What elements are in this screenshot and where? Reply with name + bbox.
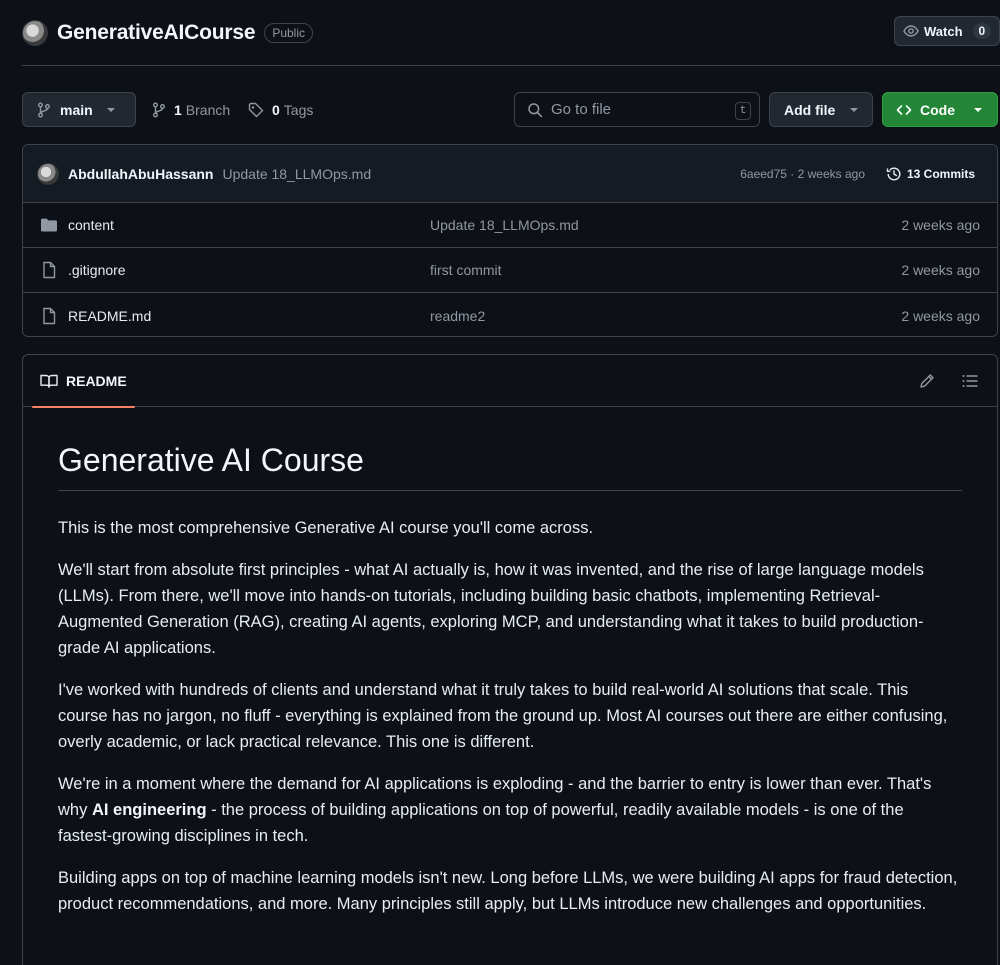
repo-name[interactable]: GenerativeAICourse xyxy=(57,21,256,45)
repo-toolbar: main 1 Branch 0 Tags t Add file xyxy=(22,92,998,127)
branches-link[interactable]: 1 Branch xyxy=(152,92,230,127)
search-icon xyxy=(527,102,543,118)
latest-commit-bar: AbdullahAbuHassann Update 18_LLMOps.md 6… xyxy=(23,145,997,203)
history-icon xyxy=(886,166,902,182)
readme-bold-text: AI engineering xyxy=(91,801,207,820)
readme-content: Generative AI Course This is the most co… xyxy=(23,407,997,917)
file-age: 2 weeks ago xyxy=(901,307,980,324)
file-age: 2 weeks ago xyxy=(901,262,980,278)
pencil-icon[interactable] xyxy=(918,372,936,390)
code-icon xyxy=(896,102,912,118)
folder-icon xyxy=(40,217,58,233)
tab-readme[interactable]: README xyxy=(32,355,135,408)
commit-message[interactable]: Update 18_LLMOps.md xyxy=(222,166,371,182)
file-name[interactable]: .gitignore xyxy=(68,262,126,278)
branch-count-label: Branch xyxy=(185,101,231,118)
file-commit-message[interactable]: readme2 xyxy=(430,308,485,324)
owner-avatar[interactable] xyxy=(22,20,48,46)
readme-paragraph: This is the most comprehensive Generativ… xyxy=(58,519,594,538)
header-divider xyxy=(22,65,1000,66)
readme-title: Generative AI Course xyxy=(58,442,962,492)
readme-paragraph: I've worked with hundreds of clients and… xyxy=(58,681,948,752)
branch-name: main xyxy=(60,101,93,118)
keyboard-shortcut-hint: t xyxy=(735,102,751,120)
chevron-down-icon xyxy=(973,107,983,113)
file-list: AbdullahAbuHassann Update 18_LLMOps.md 6… xyxy=(22,144,998,337)
file-commit-message[interactable]: Update 18_LLMOps.md xyxy=(430,217,579,233)
code-button[interactable]: Code xyxy=(882,92,998,127)
watch-count: 0 xyxy=(972,23,992,39)
tags-link[interactable]: 0 Tags xyxy=(248,92,313,127)
branch-icon xyxy=(152,102,166,118)
go-to-file-input[interactable] xyxy=(551,101,721,118)
list-unordered-icon[interactable] xyxy=(961,372,979,390)
readme-panel: README Generative AI Course This is the … xyxy=(22,354,998,965)
readme-paragraph: Building apps on top of machine learning… xyxy=(58,869,958,914)
code-label: Code xyxy=(920,101,955,118)
commit-hash-time[interactable]: 6aeed75 · 2 weeks ago xyxy=(740,167,865,181)
readme-paragraph: We'll start from absolute first principl… xyxy=(58,561,924,658)
tag-icon xyxy=(248,102,264,118)
readme-header: README xyxy=(23,355,997,408)
table-row[interactable]: .gitignore first commit 2 weeks ago xyxy=(23,248,997,293)
branch-icon xyxy=(37,102,51,118)
file-icon xyxy=(40,307,58,325)
table-row[interactable]: content Update 18_LLMOps.md 2 weeks ago xyxy=(23,203,997,248)
chevron-down-icon xyxy=(106,107,116,113)
add-file-button[interactable]: Add file xyxy=(769,92,873,127)
readme-tab-label: README xyxy=(66,373,127,389)
add-file-label: Add file xyxy=(784,101,836,118)
author-avatar[interactable] xyxy=(37,162,59,185)
book-icon xyxy=(40,373,58,389)
tag-count: 0 xyxy=(272,101,280,118)
visibility-badge: Public xyxy=(264,23,313,43)
tag-count-label: Tags xyxy=(283,101,314,118)
file-name[interactable]: README.md xyxy=(68,308,151,324)
branch-selector-button[interactable]: main xyxy=(22,92,136,127)
readme-paragraph: We're in a moment where the demand for A… xyxy=(58,771,962,849)
file-age: 2 weeks ago xyxy=(901,217,980,233)
commits-count: 13 Commits xyxy=(906,166,975,181)
table-row[interactable]: README.md readme2 2 weeks ago xyxy=(23,293,997,336)
go-to-file-search[interactable]: t xyxy=(514,92,760,127)
watch-label: Watch xyxy=(924,23,963,39)
chevron-down-icon xyxy=(849,107,859,113)
repo-header: GenerativeAICourse Public Watch 0 xyxy=(22,16,1000,50)
file-name[interactable]: content xyxy=(68,217,114,233)
file-icon xyxy=(40,261,58,279)
branch-count: 1 xyxy=(174,101,182,118)
commit-author[interactable]: AbdullahAbuHassann xyxy=(68,166,213,182)
commits-history-link[interactable]: 13 Commits xyxy=(886,166,975,182)
watch-button[interactable]: Watch 0 xyxy=(894,16,1000,46)
eye-icon xyxy=(903,23,919,39)
file-commit-message[interactable]: first commit xyxy=(430,262,502,278)
